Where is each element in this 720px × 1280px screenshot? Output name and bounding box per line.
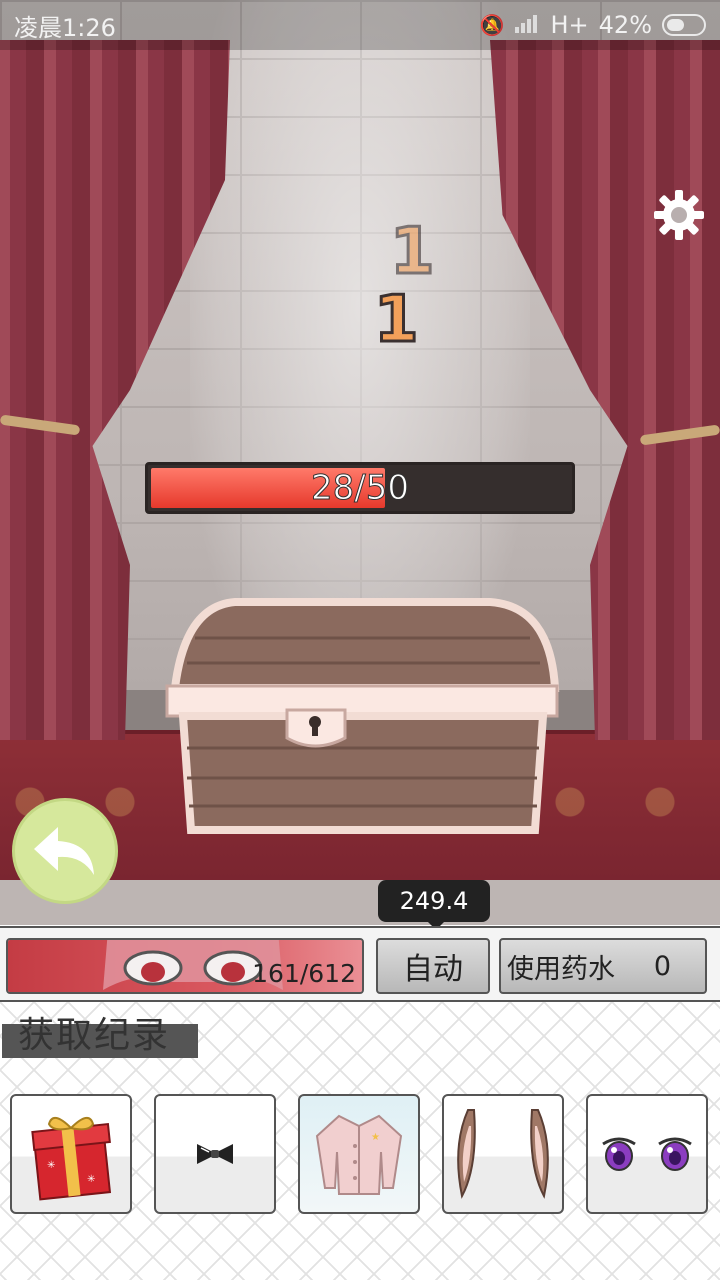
- back-button[interactable]: [12, 798, 118, 904]
- battery-percent: 42%: [598, 11, 652, 39]
- status-bar: 凌晨1:26 🔕 H+ 42%: [0, 0, 720, 50]
- status-time: 凌晨1:26: [14, 13, 116, 42]
- battery-icon: [662, 14, 706, 36]
- stage-edge: [0, 880, 720, 925]
- auto-button[interactable]: 自动: [376, 938, 490, 994]
- player-hp-bar: 161/612: [6, 938, 364, 994]
- record-item[interactable]: [586, 1094, 708, 1214]
- use-potion-button[interactable]: 使用药水 0: [499, 938, 707, 994]
- purple-eyes-icon: [602, 1137, 692, 1171]
- bow-tie-icon: [197, 1144, 233, 1164]
- status-indicators: 🔕 H+ 42%: [480, 11, 706, 39]
- gear-icon[interactable]: [652, 188, 706, 242]
- svg-text:✳: ✳: [47, 1160, 55, 1171]
- auto-button-label: 自动: [403, 952, 463, 987]
- pink-cardigan-icon: ★: [315, 1114, 403, 1195]
- network-type: H+: [550, 11, 589, 39]
- records-title: 获取纪录: [18, 1015, 171, 1056]
- record-item[interactable]: [442, 1094, 564, 1214]
- damage-number: 1: [389, 215, 437, 289]
- signal-icon: [514, 13, 541, 38]
- svg-text:✳: ✳: [87, 1174, 95, 1185]
- records-item-row: ✳ ✳ ★: [10, 1094, 710, 1214]
- enemy-hp-text: 28/50: [311, 468, 410, 509]
- timer-display: 249.4: [378, 880, 490, 930]
- record-item[interactable]: ★: [298, 1094, 420, 1214]
- damage-number: 1: [373, 283, 421, 357]
- animal-ears-icon: [457, 1109, 549, 1199]
- use-potion-label: 使用药水: [507, 953, 615, 985]
- record-item[interactable]: [154, 1094, 276, 1214]
- control-bar: 161/612 自动 使用药水 0: [0, 926, 720, 1002]
- enemy-hp-bar: 28/50: [145, 462, 575, 514]
- potion-count: 0: [653, 950, 671, 982]
- bell-muted-icon: 🔕: [479, 13, 505, 37]
- records-panel: 获取纪录 ✳ ✳ ★: [0, 1002, 720, 1280]
- player-hp-text: 161/612: [252, 959, 356, 988]
- treasure-chest[interactable]: [165, 598, 560, 838]
- svg-text:★: ★: [371, 1132, 380, 1143]
- gift-box-icon: ✳ ✳: [31, 1117, 112, 1201]
- undo-arrow-icon: [34, 827, 94, 875]
- record-item[interactable]: ✳ ✳: [10, 1094, 132, 1214]
